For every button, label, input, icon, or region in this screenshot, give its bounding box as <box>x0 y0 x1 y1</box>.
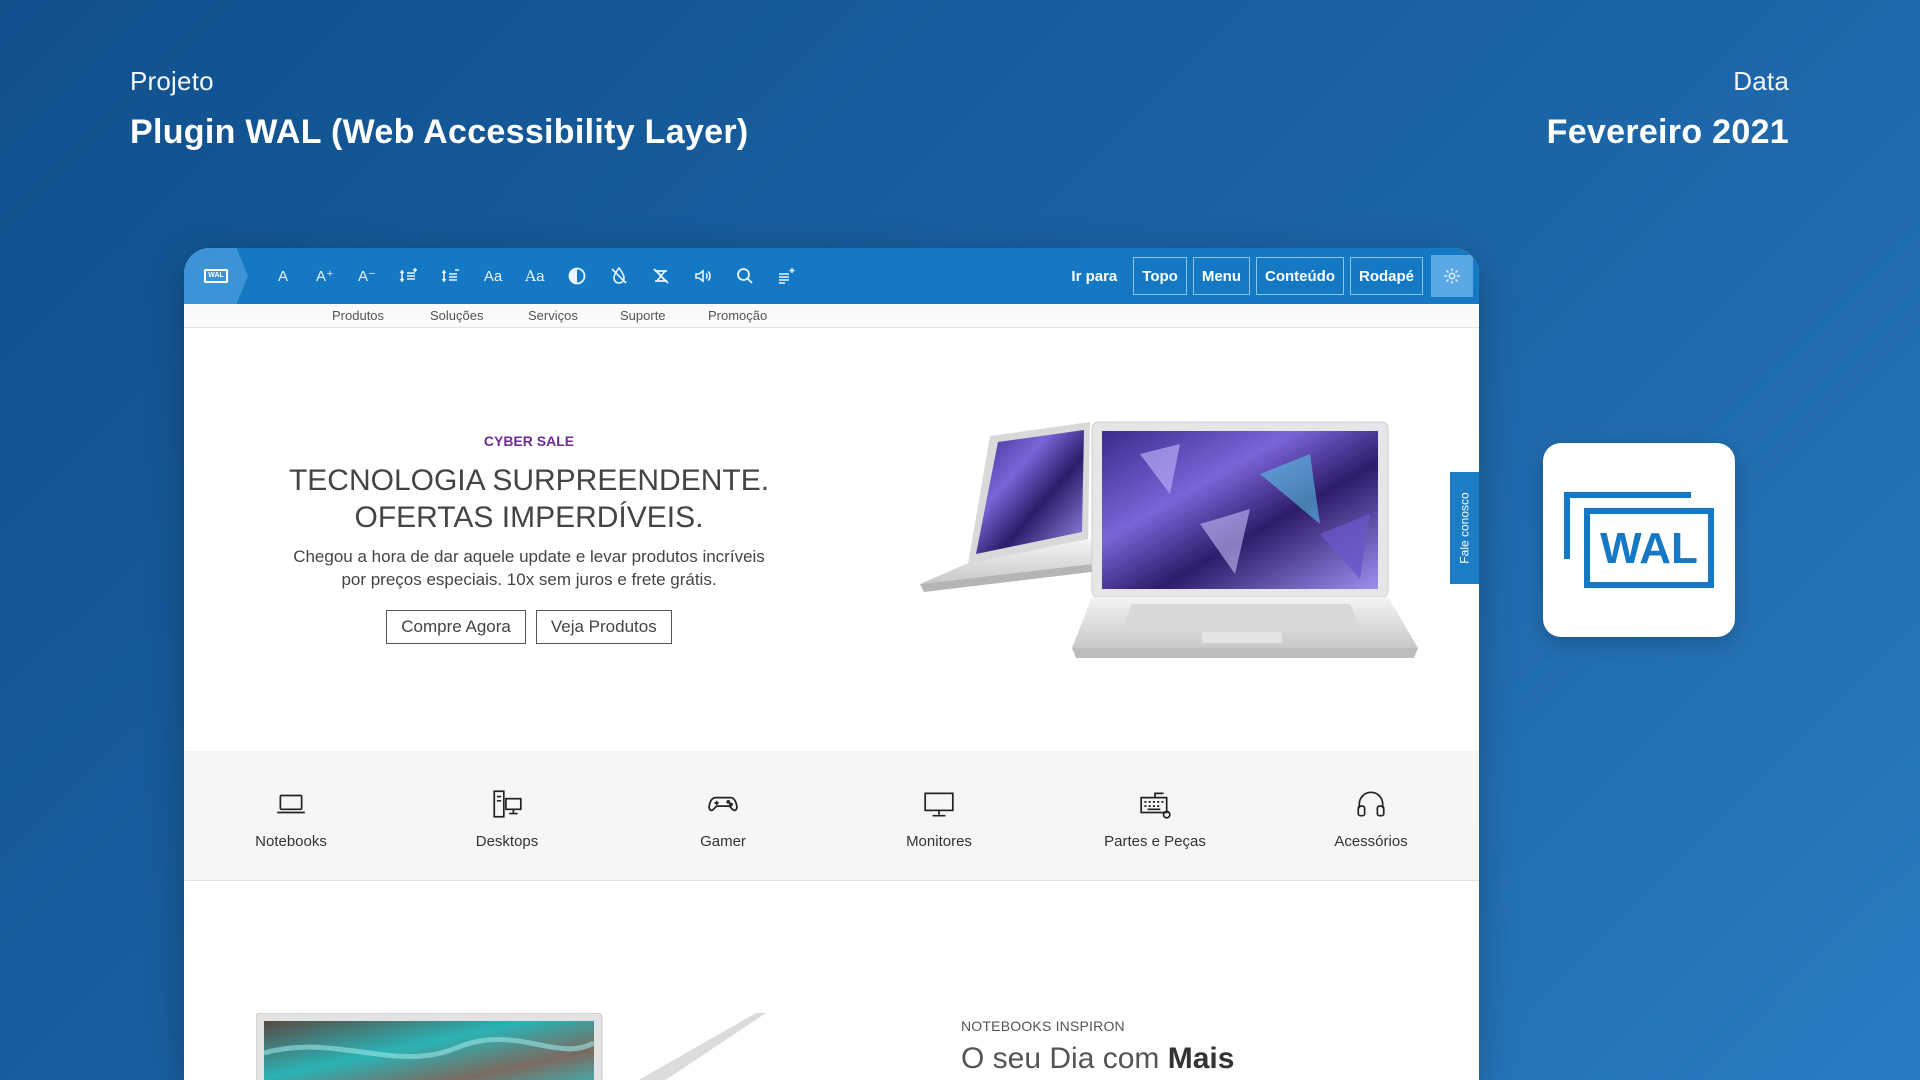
website-mockup: WAL A A⁺ A⁻ Aa Aa Ir para Topo Menu Cont… <box>184 248 1479 1080</box>
font-reset-button[interactable]: A <box>262 256 304 296</box>
date-header: Data Fevereiro 2021 <box>1547 66 1789 152</box>
section-title: O seu Dia com Mais <box>961 1042 1234 1076</box>
skip-to-top-button[interactable]: Topo <box>1133 257 1187 295</box>
nav-item-promocao[interactable]: Promoção <box>708 308 767 323</box>
wal-logo-text: WAL <box>1600 524 1698 573</box>
nav-item-suporte[interactable]: Suporte <box>620 308 666 323</box>
hero-title: TECNOLOGIA SURPREENDENTE. OFERTAS IMPERD… <box>184 462 874 536</box>
contrast-button[interactable] <box>556 256 598 296</box>
category-notebooks[interactable]: Notebooks <box>201 787 381 850</box>
category-label: Gamer <box>700 833 746 850</box>
laptops-image <box>920 421 1418 658</box>
inspiron-laptop-image <box>256 1013 766 1080</box>
skip-label: Ir para <box>1071 267 1118 285</box>
contact-side-tab-label: Fale conosco <box>1457 492 1472 564</box>
line-height-decrease-icon <box>441 269 459 283</box>
laptop-icon <box>277 794 305 814</box>
audio-icon <box>695 269 711 283</box>
settings-button[interactable] <box>1431 255 1473 297</box>
accessibility-tools: A A⁺ A⁻ Aa Aa <box>262 256 808 296</box>
search-icon <box>737 268 753 284</box>
hero-description: Chegou a hora de dar aquele update e lev… <box>184 545 874 591</box>
wal-toggle-button[interactable]: WAL <box>184 248 248 304</box>
grayscale-button[interactable] <box>598 256 640 296</box>
wal-logo-card: WAL <box>1543 443 1735 637</box>
reading-guide-icon <box>779 268 795 284</box>
line-height-decrease-button[interactable] <box>430 256 472 296</box>
category-label: Acessórios <box>1334 833 1408 850</box>
buy-now-button[interactable]: Compre Agora <box>386 610 526 644</box>
grayscale-icon <box>611 266 627 284</box>
section-title-light: O seu Dia com <box>961 1042 1168 1075</box>
category-label: Desktops <box>475 833 539 850</box>
date-value: Fevereiro 2021 <box>1546 113 1789 151</box>
category-desktops[interactable]: Desktops <box>417 787 597 850</box>
category-label: Monitores <box>906 833 972 850</box>
letter-spacing-button[interactable]: Aa <box>514 256 556 296</box>
monitor-icon <box>924 792 954 817</box>
skip-links: Ir para Topo Menu Conteúdo Rodapé <box>1071 255 1473 297</box>
wal-toolbar: WAL A A⁺ A⁻ Aa Aa Ir para Topo Menu Cont… <box>184 248 1479 304</box>
disable-animations-button[interactable] <box>640 256 682 296</box>
category-gamer[interactable]: Gamer <box>633 787 813 850</box>
hero-title-line1: TECNOLOGIA SURPREENDENTE. <box>288 464 770 497</box>
hero-title-line2: OFERTAS IMPERDÍVEIS. <box>354 501 704 534</box>
font-decrease-button[interactable]: A⁻ <box>346 256 388 296</box>
category-bar: Notebooks Desktops Gamer Monitores Parte… <box>184 751 1479 881</box>
wal-logo-icon: WAL <box>204 269 228 283</box>
nav-item-produtos[interactable]: Produtos <box>332 308 384 323</box>
line-height-increase-button[interactable] <box>388 256 430 296</box>
hero-desc-line2: por preços especiais. 10x sem juros e fr… <box>341 570 717 589</box>
font-family-icon: Aa <box>483 267 503 285</box>
category-label: Notebooks <box>255 833 327 850</box>
search-button[interactable] <box>724 256 766 296</box>
category-label: Partes e Peças <box>1104 833 1206 850</box>
skip-to-content-button[interactable]: Conteúdo <box>1256 257 1344 295</box>
project-label: Projeto <box>130 66 214 96</box>
hero-buttons: Compre Agora Veja Produtos <box>184 610 874 644</box>
skip-to-footer-button[interactable]: Rodapé <box>1349 257 1423 295</box>
contact-side-tab[interactable]: Fale conosco <box>1450 472 1479 584</box>
nav-item-servicos[interactable]: Serviços <box>528 308 578 323</box>
font-increase-icon: A⁺ <box>316 268 334 285</box>
line-height-increase-icon <box>399 268 417 283</box>
category-monitores[interactable]: Monitores <box>849 787 1029 850</box>
category-acessorios[interactable]: Acessórios <box>1281 787 1461 850</box>
font-family-button[interactable]: Aa <box>472 256 514 296</box>
date-label: Data <box>1733 66 1789 96</box>
desktop-icon <box>493 790 522 818</box>
font-reset-icon: A <box>277 267 288 285</box>
font-increase-button[interactable]: A⁺ <box>304 256 346 296</box>
skip-to-menu-button[interactable]: Menu <box>1192 257 1250 295</box>
section-title-bold: Mais <box>1167 1042 1235 1075</box>
gear-icon <box>1444 268 1460 284</box>
letter-spacing-icon: Aa <box>525 267 545 285</box>
reading-guide-button[interactable] <box>766 256 808 296</box>
keyboard-icon <box>1140 792 1171 819</box>
hero-desc-line1: Chegou a hora de dar aquele update e lev… <box>293 547 765 566</box>
section-kicker: NOTEBOOKS INSPIRON <box>961 1018 1125 1034</box>
gamepad-icon <box>708 796 738 812</box>
category-partes-pecas[interactable]: Partes e Peças <box>1065 787 1245 850</box>
project-title: Plugin WAL (Web Accessibility Layer) <box>130 113 749 151</box>
wal-logo-icon: WAL <box>1564 492 1714 588</box>
see-products-button[interactable]: Veja Produtos <box>535 610 672 644</box>
font-decrease-icon: A⁻ <box>358 268 376 285</box>
headphones-icon <box>1357 791 1385 817</box>
hero-kicker: CYBER SALE <box>483 433 575 449</box>
contrast-icon <box>568 267 586 285</box>
disable-animations-icon <box>653 268 669 284</box>
project-header: Projeto Plugin WAL (Web Accessibility La… <box>130 66 749 152</box>
site-navigation: Produtos Soluções Serviços Suporte Promo… <box>184 304 1479 328</box>
nav-item-solucoes[interactable]: Soluções <box>430 308 483 323</box>
audio-button[interactable] <box>682 256 724 296</box>
